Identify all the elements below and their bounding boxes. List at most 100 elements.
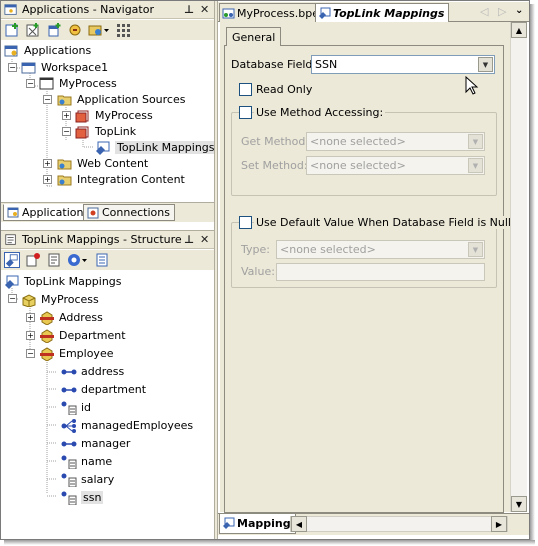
tree-item-address[interactable]: Address — [39, 309, 103, 326]
expand-toggle[interactable]: + — [62, 111, 71, 120]
tree-item-workspace1[interactable]: Workspace1 — [21, 59, 108, 76]
set-method-select[interactable]: <none selected> ▼ — [306, 156, 485, 175]
grid-view-icon[interactable] — [115, 22, 131, 38]
structure-toolbar — [1, 250, 214, 270]
scroll-left-icon[interactable]: ◀ — [291, 516, 307, 532]
scroll-tabs-left-icon[interactable]: ◁ — [480, 5, 488, 18]
refresh-icon[interactable] — [67, 22, 83, 38]
tree-item-toplink-mappings[interactable]: TopLink Mappings — [95, 139, 217, 156]
package-icon — [75, 110, 89, 122]
tree-item-myprocess-project[interactable]: MyProcess — [21, 291, 99, 308]
tree-item-integration-content[interactable]: Integration Content — [57, 171, 185, 188]
tree-item-toplink-mappings[interactable]: TopLink Mappings — [4, 273, 122, 290]
tree-item-id-mapping[interactable]: id — [61, 399, 91, 416]
structure-icon — [5, 233, 16, 245]
expand-toggle[interactable]: + — [26, 313, 35, 322]
tree-item-department-mapping[interactable]: department — [61, 381, 146, 398]
tab-applications[interactable]: Applications — [3, 204, 95, 221]
set-method-label: Set Method: — [241, 159, 308, 172]
tree-item-myprocess-project[interactable]: MyProcess — [39, 75, 117, 92]
scroll-tabs-right-icon[interactable]: ▷ — [498, 5, 506, 18]
tree-item-address-mapping[interactable]: address — [61, 363, 124, 380]
tree-item-applications[interactable]: Applications — [4, 42, 91, 59]
tab-myprocess-bpel[interactable]: MyProcess.bpel — [219, 3, 328, 22]
chevron-down-icon[interactable]: ▼ — [468, 242, 483, 257]
select-value: <none selected> — [310, 135, 406, 148]
tree-item-myprocess-package[interactable]: MyProcess — [75, 107, 153, 124]
chevron-down-icon[interactable]: ▼ — [478, 57, 493, 72]
use-default-value-checkbox[interactable] — [239, 216, 252, 229]
tab-list-dropdown-icon[interactable]: ⌄ — [515, 5, 523, 16]
tree-item-managedemployees-mapping[interactable]: managedEmployees — [61, 417, 193, 434]
direct-mapping-icon — [61, 491, 77, 505]
value-field[interactable] — [276, 263, 485, 281]
tab-connections[interactable]: Connections — [83, 204, 175, 221]
tree-item-department[interactable]: Department — [39, 327, 126, 344]
descriptor-icon — [40, 310, 54, 325]
tree-label: Employee — [59, 347, 114, 360]
collapse-toggle[interactable]: − — [8, 294, 17, 303]
chevron-down-icon[interactable]: ▼ — [468, 134, 483, 149]
read-only-checkbox[interactable] — [239, 83, 252, 96]
new-project-icon[interactable] — [25, 22, 41, 38]
database-field-select[interactable]: SSN ▼ — [311, 55, 495, 74]
tree-item-ssn-mapping[interactable]: ssn — [61, 489, 104, 506]
close-icon[interactable]: ✕ — [200, 3, 209, 16]
tab-general[interactable]: General — [226, 27, 282, 46]
type-select[interactable]: <none selected> ▼ — [276, 240, 485, 259]
expand-toggle[interactable]: + — [43, 175, 52, 184]
tree-label: managedEmployees — [81, 419, 194, 432]
pin-icon[interactable]: ⊥ — [184, 3, 194, 16]
tree-label: manager — [81, 437, 131, 450]
navigator-toolbar — [1, 20, 214, 40]
tree-item-application-sources[interactable]: Application Sources — [57, 91, 185, 108]
tree-label: Web Content — [77, 157, 149, 170]
working-set-dropdown-icon[interactable] — [88, 22, 110, 38]
vertical-splitter[interactable] — [214, 1, 218, 539]
editor-horizontal-scrollbar[interactable]: ◀ ▶ — [290, 516, 508, 532]
scroll-right-icon[interactable]: ▶ — [491, 516, 507, 532]
tree-item-salary-mapping[interactable]: salary — [61, 471, 114, 488]
one-to-one-mapping-icon — [61, 369, 77, 374]
tree-item-name-mapping[interactable]: name — [61, 453, 112, 470]
direct-mapping-icon — [61, 455, 77, 469]
close-icon[interactable]: ✕ — [200, 233, 209, 246]
collapse-toggle[interactable]: − — [62, 127, 71, 136]
tree-label: TopLink Mappings — [115, 141, 217, 154]
source-icon[interactable] — [94, 252, 110, 268]
tab-toplink-mappings[interactable]: TopLink Mappings — [315, 3, 450, 23]
tree-label: MyProcess — [95, 109, 153, 122]
expand-toggle[interactable]: + — [26, 331, 35, 340]
filter-dropdown-icon[interactable] — [67, 252, 89, 268]
workspace-icon — [21, 62, 36, 73]
chevron-down-icon[interactable]: ▼ — [468, 158, 483, 173]
get-method-select[interactable]: <none selected> ▼ — [306, 132, 485, 151]
scroll-up-icon[interactable]: ▲ — [511, 22, 527, 38]
scroll-down-icon[interactable]: ▼ — [511, 496, 527, 512]
navigator-title: Applications - Navigator — [22, 3, 154, 16]
new-file-icon[interactable] — [46, 22, 62, 38]
collapse-toggle[interactable]: − — [43, 95, 52, 104]
tree-item-web-content[interactable]: Web Content — [57, 155, 148, 172]
properties-icon[interactable] — [46, 252, 62, 268]
toplink-mappings-icon[interactable] — [4, 252, 20, 268]
collapse-toggle[interactable]: − — [26, 79, 35, 88]
editor-vertical-scrollbar[interactable]: ▲ ▼ — [510, 22, 527, 512]
pin-icon[interactable]: ⊥ — [184, 233, 194, 246]
new-application-icon[interactable] — [4, 22, 20, 38]
tab-mapping[interactable]: Mapping — [219, 514, 296, 534]
use-method-accessing-checkbox[interactable] — [239, 106, 252, 119]
tree-item-employee[interactable]: Employee — [39, 345, 113, 362]
tree-label: name — [81, 455, 113, 468]
tree-label: MyProcess — [41, 293, 99, 306]
tab-label: Connections — [102, 206, 170, 219]
new-mapping-icon[interactable] — [25, 252, 41, 268]
navigator-icon — [4, 3, 17, 15]
navigator-tree: Applications − Workspace1 − MyProcess − … — [1, 41, 217, 201]
collapse-toggle[interactable]: − — [26, 349, 35, 358]
collapse-toggle[interactable]: − — [8, 63, 17, 72]
expand-toggle[interactable]: + — [43, 159, 52, 168]
tree-item-manager-mapping[interactable]: manager — [61, 435, 130, 452]
tree-item-toplink-package[interactable]: TopLink — [75, 123, 136, 140]
select-value: SSN — [315, 58, 338, 71]
